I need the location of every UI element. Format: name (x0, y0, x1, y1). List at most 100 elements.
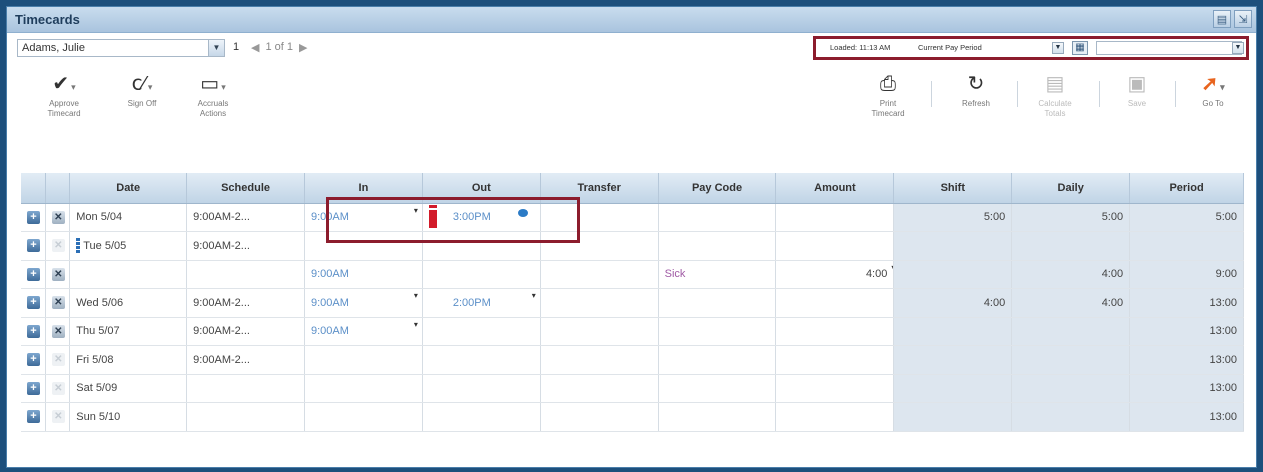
chevron-down-icon[interactable]: ▼ (208, 40, 224, 56)
employee-select[interactable]: Adams, Julie ▼ (17, 39, 225, 57)
transfer-cell[interactable] (540, 203, 659, 232)
goto-button[interactable]: ➚ ▾ Go To (1187, 69, 1239, 109)
delete-icon[interactable]: ✕ (51, 410, 65, 424)
delete-icon[interactable]: ✕ (51, 353, 65, 367)
add-icon[interactable]: + (27, 296, 40, 310)
header-out[interactable]: Out (422, 173, 541, 204)
save-button[interactable]: ▣ Save (1115, 69, 1159, 109)
range-dropdown-icon[interactable]: ▼ (1232, 42, 1244, 54)
add-icon[interactable]: + (27, 324, 40, 338)
next-page-icon[interactable]: ▶ (299, 41, 307, 54)
transfer-cell[interactable] (540, 231, 659, 261)
out-punch-cell[interactable] (422, 231, 541, 261)
action-toolbar: ✔ ▾ Approve Timecard ⅽ⁄ ▾ Sign Off ▭ ▾ Accr… (7, 63, 1256, 149)
delete-icon[interactable]: ✕ (51, 381, 65, 395)
toolbar-divider (1175, 81, 1176, 107)
paycode-cell[interactable] (658, 203, 777, 232)
schedule-cell[interactable]: 9:00AM-2... (186, 231, 305, 261)
paycode-cell[interactable]: Sick (658, 260, 777, 289)
amount-cell[interactable] (775, 317, 895, 346)
in-punch-cell[interactable] (304, 345, 423, 375)
amount-cell[interactable] (775, 374, 895, 403)
amount-cell[interactable] (775, 402, 895, 432)
add-icon[interactable]: + (27, 410, 40, 424)
header-paycode[interactable]: Pay Code (658, 173, 777, 204)
maximize-icon[interactable]: ▤ (1213, 10, 1231, 28)
add-icon[interactable]: + (27, 353, 40, 367)
period-dropdown-icon[interactable]: ▼ (1052, 42, 1064, 54)
transfer-cell[interactable] (540, 260, 659, 289)
approve-button[interactable]: ✔ ▾ Approve Timecard (39, 69, 89, 119)
transfer-cell[interactable] (540, 288, 659, 318)
delete-icon[interactable]: ✕ (51, 239, 65, 253)
header-amount[interactable]: Amount (775, 173, 895, 204)
paycode-cell[interactable] (658, 345, 777, 375)
schedule-cell[interactable] (186, 260, 305, 289)
schedule-cell[interactable]: 9:00AM-2... (186, 317, 305, 346)
header-transfer[interactable]: Transfer (540, 173, 659, 204)
transfer-cell[interactable] (540, 374, 659, 403)
comment-icon[interactable] (517, 208, 528, 217)
in-punch-cell[interactable]: 9:00AM ▾ (304, 203, 423, 232)
period-select[interactable]: Current Pay Period (918, 43, 982, 52)
selection-row: Adams, Julie ▼ 1 ◀ 1 of 1 ▶ Loaded: 11:1… (7, 33, 1256, 63)
add-icon[interactable]: + (27, 239, 40, 253)
out-punch-cell[interactable]: 2:00PM ▾ (422, 288, 541, 318)
schedule-cell[interactable] (186, 374, 305, 403)
amount-cell[interactable]: 4:00▾ (775, 260, 895, 289)
header-daily[interactable]: Daily (1011, 173, 1131, 204)
in-punch-cell[interactable]: 9:00AM (304, 260, 423, 289)
transfer-cell[interactable] (540, 345, 659, 375)
calendar-icon[interactable]: ▦ (1072, 41, 1088, 55)
amount-cell[interactable] (775, 345, 895, 375)
header-shift[interactable]: Shift (893, 173, 1013, 204)
out-punch-cell[interactable] (422, 345, 541, 375)
exception-flag-icon[interactable] (428, 204, 437, 228)
header-schedule[interactable]: Schedule (186, 173, 305, 204)
in-punch-cell[interactable]: 9:00AM ▾ (304, 288, 423, 318)
out-punch-cell[interactable]: 3:00PM (422, 203, 541, 232)
date-range-field[interactable] (1096, 41, 1242, 55)
schedule-cell[interactable]: 9:00AM-2... (186, 345, 305, 375)
delete-icon[interactable]: ✕ (51, 267, 65, 281)
in-punch-cell[interactable]: 9:00AM ▾ (304, 317, 423, 346)
out-punch-cell[interactable] (422, 402, 541, 432)
table-row: + ✕ Wed 5/06 9:00AM-2... 9:00AM ▾ 2:00PM ▾… (21, 288, 1244, 318)
delete-icon[interactable]: ✕ (51, 296, 65, 310)
signoff-button[interactable]: ⅽ⁄ ▾ Sign Off (117, 69, 167, 109)
add-icon[interactable]: + (27, 267, 40, 281)
transfer-cell[interactable] (540, 402, 659, 432)
header-in[interactable]: In (304, 173, 423, 204)
refresh-button[interactable]: ↻ Refresh (951, 69, 1001, 109)
paycode-cell[interactable] (658, 231, 777, 261)
paycode-cell[interactable] (658, 288, 777, 318)
calculate-button[interactable]: ▤ Calculate Totals (1029, 69, 1081, 119)
amount-cell[interactable] (775, 203, 895, 232)
popout-icon[interactable]: ⇲ (1234, 10, 1252, 28)
accruals-button[interactable]: ▭ ▾ Accruals Actions (187, 69, 239, 119)
out-punch-cell[interactable] (422, 317, 541, 346)
in-punch-cell[interactable] (304, 374, 423, 403)
header-date[interactable]: Date (69, 173, 188, 204)
paycode-cell[interactable] (658, 374, 777, 403)
add-icon[interactable]: + (27, 210, 40, 224)
out-punch-cell[interactable] (422, 374, 541, 403)
amount-cell[interactable] (775, 288, 895, 318)
schedule-cell[interactable]: 9:00AM-2... (186, 203, 305, 232)
amount-cell[interactable] (775, 231, 895, 261)
add-row-cell: + (21, 231, 46, 261)
transfer-cell[interactable] (540, 317, 659, 346)
delete-icon[interactable]: ✕ (51, 210, 65, 224)
paycode-cell[interactable] (658, 402, 777, 432)
add-icon[interactable]: + (27, 381, 40, 395)
prev-page-icon[interactable]: ◀ (251, 41, 259, 54)
schedule-cell[interactable]: 9:00AM-2... (186, 288, 305, 318)
paycode-cell[interactable] (658, 317, 777, 346)
header-period[interactable]: Period (1129, 173, 1244, 204)
in-punch-cell[interactable] (304, 402, 423, 432)
out-punch-cell[interactable] (422, 260, 541, 289)
print-button[interactable]: ⎙ Print Timecard (863, 69, 913, 119)
schedule-cell[interactable] (186, 402, 305, 432)
in-punch-cell[interactable] (304, 231, 423, 261)
delete-icon[interactable]: ✕ (51, 324, 65, 338)
